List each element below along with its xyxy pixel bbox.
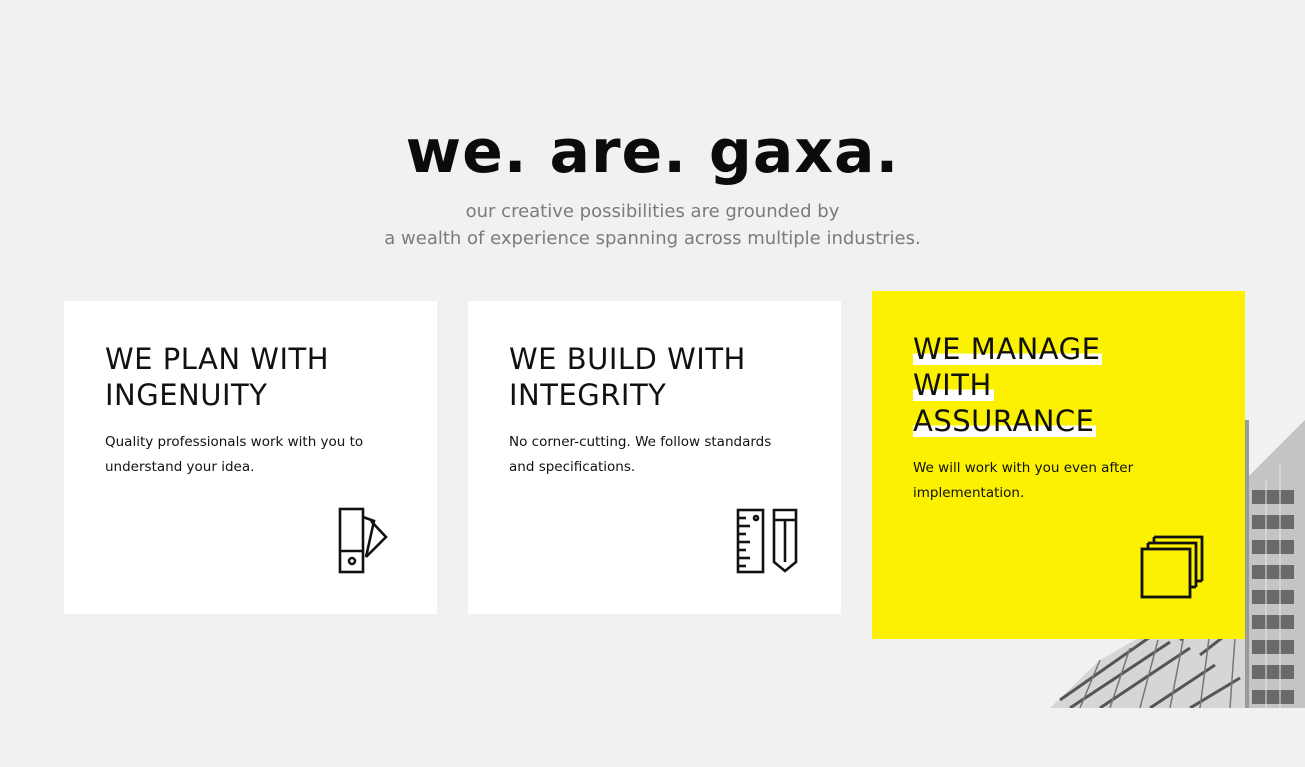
service-card-manage: WE MANAGE WITH ASSURANCE We will work wi… bbox=[872, 291, 1245, 639]
card-title-line: ASSURANCE bbox=[913, 403, 1097, 439]
card-text-line: implementation. bbox=[913, 485, 1025, 501]
card-title: WE PLAN WITH INGENUITY bbox=[105, 341, 329, 413]
service-card-plan: WE PLAN WITH INGENUITY Quality professio… bbox=[64, 301, 437, 614]
subtitle-line: our creative possibilities are grounded … bbox=[465, 201, 840, 222]
card-text-line: Quality professionals work with you to bbox=[105, 434, 364, 450]
card-description: Quality professionals work with you to u… bbox=[105, 430, 385, 480]
card-description: We will work with you even after impleme… bbox=[913, 456, 1193, 506]
card-description: No corner-cutting. We follow standards a… bbox=[509, 430, 789, 480]
page-subtitle: our creative possibilities are grounded … bbox=[0, 198, 1305, 252]
service-card-build: WE BUILD WITH INTEGRITY No corner-cuttin… bbox=[468, 301, 841, 614]
card-text-line: We will work with you even after bbox=[913, 460, 1134, 476]
card-text-line: No corner-cutting. We follow standards bbox=[509, 434, 772, 450]
swatch-icon bbox=[336, 507, 390, 579]
card-title-line: WE PLAN WITH bbox=[105, 342, 330, 376]
card-title-line: INGENUITY bbox=[105, 378, 268, 412]
card-title-line: INTEGRITY bbox=[509, 378, 667, 412]
card-title: WE MANAGE WITH ASSURANCE bbox=[913, 331, 1103, 439]
page-title: we. are. gaxa. bbox=[405, 117, 900, 187]
card-title-line: WE MANAGE bbox=[913, 331, 1103, 367]
card-title-line: WE BUILD WITH bbox=[509, 342, 746, 376]
card-text-line: understand your idea. bbox=[105, 459, 255, 475]
card-title: WE BUILD WITH INTEGRITY bbox=[509, 341, 746, 413]
card-title-line: WITH bbox=[913, 367, 994, 403]
stacked-squares-icon bbox=[1138, 533, 1206, 605]
ruler-pencil-icon bbox=[736, 507, 802, 579]
subtitle-line: a wealth of experience spanning across m… bbox=[384, 228, 921, 249]
card-text-line: and specifications. bbox=[509, 459, 636, 475]
